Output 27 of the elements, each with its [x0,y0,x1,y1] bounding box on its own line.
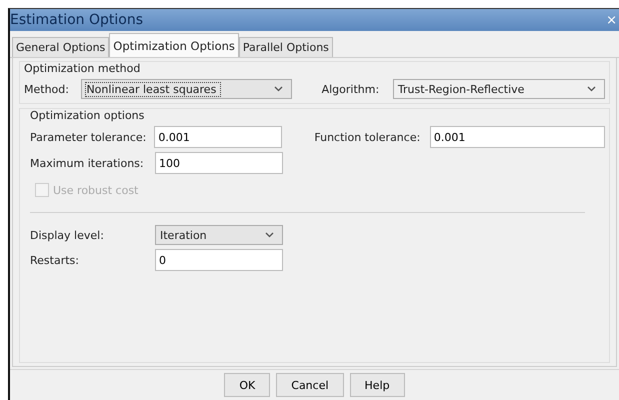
tab[interactable]: Optimization Options [109,33,239,57]
group-title: Optimization method [24,62,142,75]
input-field[interactable]: 100 [155,152,283,174]
field-label: Parameter tolerance: [30,130,148,144]
chevron-icon [265,232,274,238]
chevron-icon [587,86,596,92]
group-title: Optimization options [30,109,146,122]
dialog-button[interactable]: Help [350,373,405,397]
tab[interactable]: General Options [12,37,110,57]
field-label: Display level: [30,228,105,242]
display-level-dropdown[interactable]: Iteration [155,225,283,245]
field-label: Algorithm: [322,82,380,96]
chevron-icon [274,86,283,92]
dialog-button[interactable]: OK [224,373,270,397]
input-field[interactable]: 0.001 [154,126,282,148]
input-field[interactable]: 0.001 [430,126,605,148]
tab[interactable]: Parallel Options [238,37,333,57]
algorithm-dropdown[interactable]: Trust-Region-Reflective [392,79,605,99]
window-title: Estimation Options [10,12,144,28]
field-label: Method: [24,82,70,96]
checkbox-label: Use robust cost [53,184,138,196]
input-field[interactable]: 0 [155,249,283,271]
field-label: Function tolerance: [314,130,422,144]
dialog-button[interactable]: Cancel [276,373,344,397]
field-label: Maximum iterations: [30,156,145,170]
method-dropdown[interactable]: Nonlinear least squares [81,79,292,99]
field-label: Restarts: [30,254,80,266]
